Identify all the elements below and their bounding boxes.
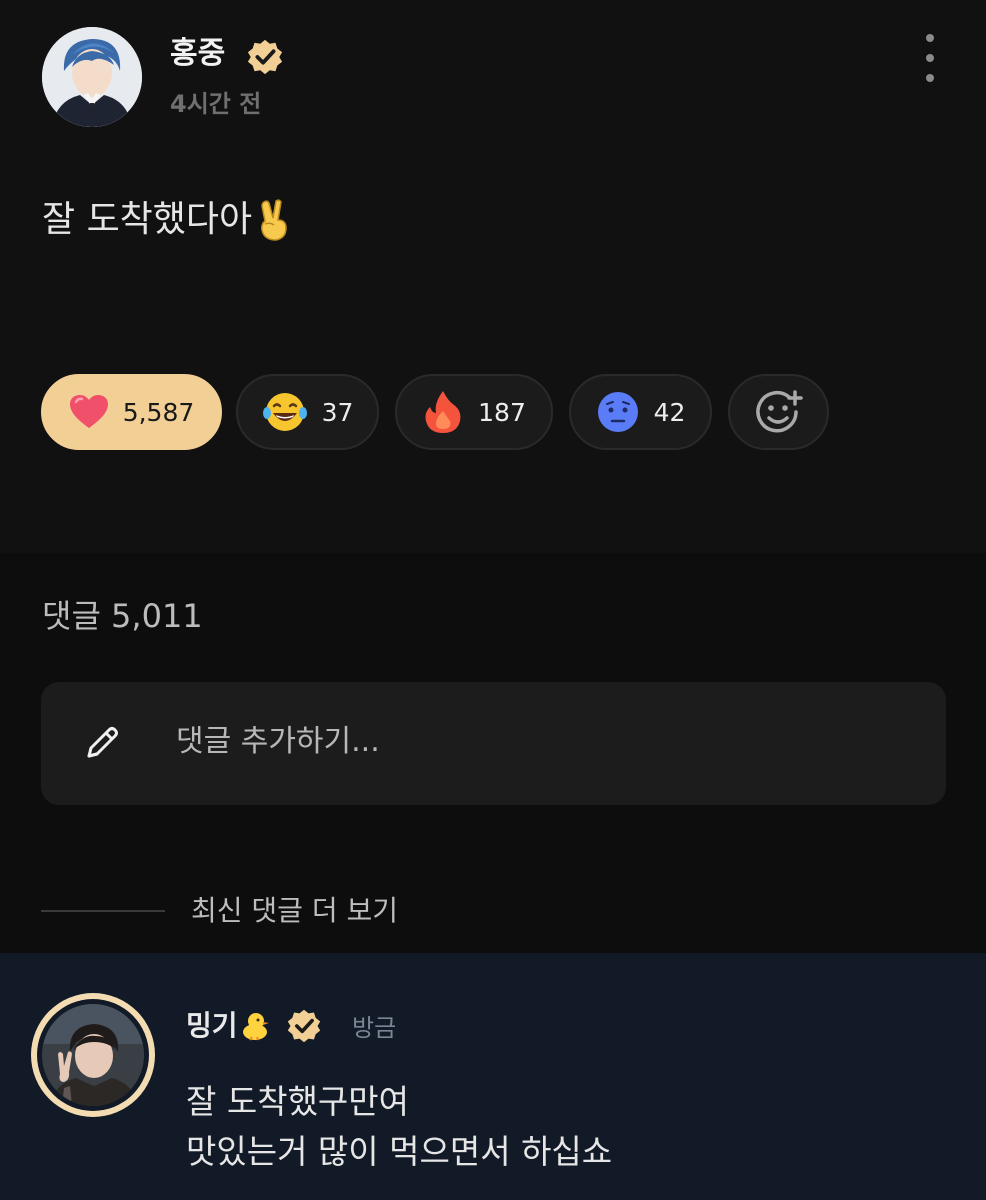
- reaction-count: 42: [653, 397, 686, 427]
- baby-chick-emoji-icon: [242, 1013, 269, 1041]
- author-name[interactable]: 홍중: [170, 34, 225, 74]
- post-body: 잘 도착했다아: [42, 196, 292, 244]
- worried-face-icon: [597, 392, 638, 432]
- comment-avatar[interactable]: [31, 993, 155, 1117]
- comments-count: 댓글 5,011: [42, 597, 203, 635]
- more-comments-link[interactable]: 최신 댓글 더 보기: [191, 893, 398, 929]
- divider: [41, 910, 165, 912]
- reaction-count: 37: [321, 397, 354, 427]
- add-emoji-icon: [755, 390, 803, 433]
- reaction-count: 187: [478, 397, 526, 427]
- comment-text-line: 잘 도착했구만여: [186, 1082, 410, 1121]
- reaction-heart-button[interactable]: 5,587: [41, 374, 222, 450]
- comment-input-placeholder[interactable]: 댓글 추가하기...: [176, 722, 380, 762]
- pencil-icon: [87, 727, 118, 758]
- reaction-fire-button[interactable]: 187: [395, 374, 553, 450]
- verified-badge-icon: [247, 39, 283, 75]
- post-card: 홍중 4시간 전 잘 도착했다아 5,587 37 187 42: [0, 0, 986, 553]
- fire-icon: [425, 391, 461, 433]
- comment-avatar-photo: [42, 1004, 144, 1106]
- comment-author[interactable]: 밍기: [186, 1008, 270, 1044]
- avatar-photo-icon: [42, 1004, 144, 1106]
- comment-time: 방금: [352, 1014, 397, 1042]
- heart-icon: [69, 395, 108, 428]
- comment-text-line: 맛있는거 많이 먹으면서 하십쇼: [186, 1132, 613, 1171]
- reaction-worried-button[interactable]: 42: [569, 374, 712, 450]
- reaction-laugh-button[interactable]: 37: [236, 374, 379, 450]
- comment-author-name: 밍기: [186, 1009, 238, 1042]
- comment-input-field[interactable]: 댓글 추가하기...: [41, 682, 946, 805]
- more-options-button[interactable]: [910, 30, 950, 86]
- post-time: 4시간 전: [170, 90, 262, 118]
- reaction-count: 5,587: [122, 397, 195, 427]
- add-reaction-button[interactable]: [728, 374, 829, 450]
- laughing-tears-icon: [262, 393, 307, 431]
- author-avatar[interactable]: [42, 27, 142, 127]
- verified-badge-icon: [287, 1009, 321, 1043]
- more-dot-icon: [926, 34, 934, 42]
- avatar-photo-icon: [42, 27, 142, 127]
- more-dot-icon: [926, 54, 934, 62]
- more-dot-icon: [926, 74, 934, 82]
- comment-avatar-border: [37, 999, 149, 1111]
- post-text: 잘 도착했다아: [42, 199, 253, 240]
- victory-hand-emoji-icon: [261, 199, 287, 241]
